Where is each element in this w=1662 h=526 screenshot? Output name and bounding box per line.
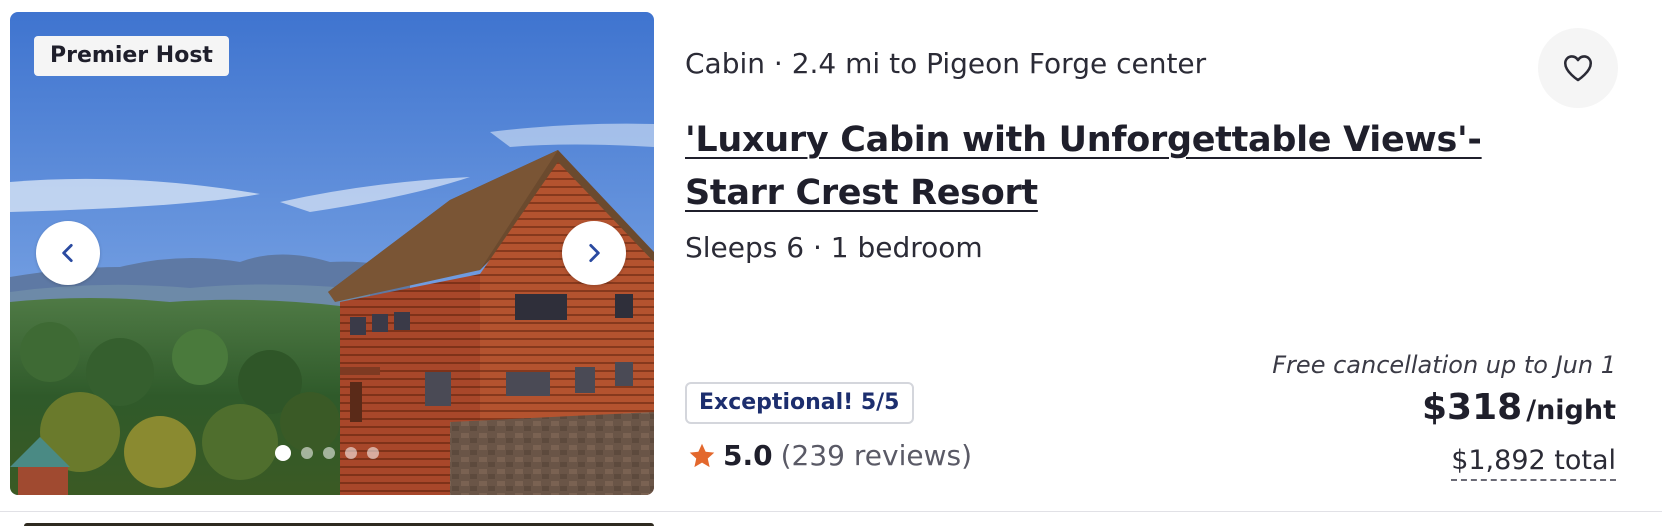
carousel-indicator — [275, 445, 379, 461]
listing-card[interactable]: Premier Host Cabin · 2.4 mi to Pigeon Fo… — [0, 0, 1662, 526]
carousel-dot-3[interactable] — [323, 447, 335, 459]
listing-photo — [10, 12, 654, 495]
total-price[interactable]: $1,892 total — [1451, 443, 1616, 481]
heart-icon — [1563, 55, 1593, 82]
next-photo-button[interactable] — [562, 221, 626, 285]
nightly-price: $318/night — [1422, 387, 1616, 428]
carousel-dot-1[interactable] — [275, 445, 291, 461]
price-unit: /night — [1526, 395, 1616, 426]
review-count: (239 reviews) — [780, 439, 972, 472]
listing-photo-carousel[interactable]: Premier Host — [10, 12, 654, 495]
previous-photo-button[interactable] — [36, 221, 100, 285]
price-amount: $318 — [1422, 387, 1523, 428]
chevron-right-icon — [589, 244, 600, 262]
property-type-distance: Cabin · 2.4 mi to Pigeon Forge center — [685, 47, 1207, 80]
review-summary: 5.0 (239 reviews) — [687, 436, 972, 476]
rating-badge: Exceptional! 5/5 — [685, 382, 914, 424]
carousel-dot-5[interactable] — [367, 447, 379, 459]
card-divider — [0, 511, 1662, 512]
star-icon — [689, 443, 715, 468]
capacity-info: Sleeps 6 · 1 bedroom — [685, 231, 983, 264]
carousel-dot-4[interactable] — [345, 447, 357, 459]
premier-host-badge: Premier Host — [34, 36, 229, 76]
rating-score: 5.0 — [723, 439, 773, 472]
listing-title-link[interactable]: 'Luxury Cabin with Unforgettable Views'-… — [685, 114, 1585, 220]
carousel-dot-2[interactable] — [301, 447, 313, 459]
save-favorite-button[interactable] — [1538, 28, 1618, 108]
free-cancellation-note: Free cancellation up to Jun 1 — [1272, 351, 1616, 379]
chevron-left-icon — [62, 244, 73, 262]
